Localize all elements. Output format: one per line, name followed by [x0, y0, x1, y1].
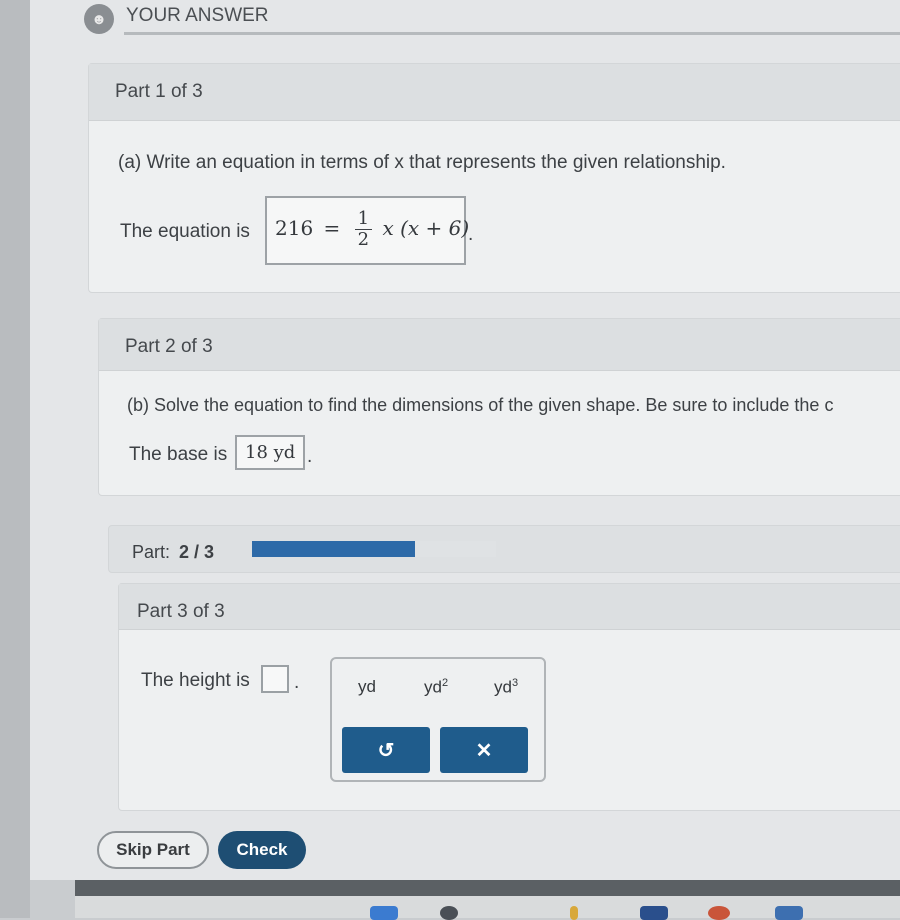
part2-question: (b) Solve the equation to find the dimen…: [127, 395, 834, 415]
progress-value: 2 / 3: [179, 542, 215, 562]
clear-button[interactable]: ✕: [440, 727, 528, 773]
part1-prompt: The equation is: [120, 221, 250, 242]
fraction-denominator: 2: [357, 229, 370, 250]
part1-header: Part 1 of 3: [89, 64, 900, 121]
divider: [124, 32, 900, 35]
part1-question: (a) Write an equation in terms of x that…: [118, 152, 726, 173]
unit-yd3-exponent: 3: [511, 677, 519, 689]
part2-header: Part 2 of 3: [99, 319, 900, 371]
progress-label-text: Part:: [132, 542, 171, 562]
check-button[interactable]: Check: [218, 831, 306, 869]
unit-yd3-label: yd: [494, 677, 512, 697]
base-answer-value: 18 yd: [245, 442, 296, 463]
base-answer-field[interactable]: 18 yd: [235, 435, 305, 470]
progress-bar: [252, 541, 496, 557]
person-icon: ☻: [84, 4, 114, 34]
part3-period: .: [294, 672, 300, 693]
part3-header: Part 3 of 3: [119, 584, 900, 630]
unit-yd3-button[interactable]: yd3: [494, 677, 518, 698]
part2-period: .: [307, 446, 313, 467]
part3-header-label: Part 3 of 3: [137, 601, 225, 622]
skip-part-button[interactable]: Skip Part: [97, 831, 209, 869]
part3-prompt: The height is: [141, 670, 250, 691]
part1-panel: Part 1 of 3: [88, 63, 900, 293]
equation-equals: =: [323, 216, 341, 240]
unit-palette: yd yd2 yd3 ↺ ✕: [330, 657, 546, 782]
progress-label: Part: 2 / 3: [132, 542, 214, 563]
unit-yd2-label: yd: [424, 677, 442, 697]
answer-header: ☻ YOUR ANSWER: [84, 2, 900, 35]
device-bezel: [0, 0, 30, 918]
fraction-numerator: 1: [354, 209, 373, 230]
height-answer-field[interactable]: [261, 665, 289, 693]
equation-lhs: 216: [275, 216, 314, 240]
answer-title: YOUR ANSWER: [126, 5, 269, 26]
progress-strip: [108, 525, 900, 573]
equation-answer-field[interactable]: 216 = 1 2 x (x + 6): [265, 196, 470, 265]
part1-header-label: Part 1 of 3: [115, 81, 203, 102]
progress-fill: [252, 541, 415, 557]
taskbar: [75, 880, 900, 920]
reset-button[interactable]: ↺: [342, 727, 430, 773]
undo-icon: ↺: [377, 739, 395, 762]
part2-prompt: The base is: [129, 444, 228, 465]
unit-yd-label: yd: [358, 677, 376, 696]
part1-period: .: [468, 224, 474, 245]
unit-yd-button[interactable]: yd: [358, 677, 376, 697]
unit-yd2-exponent: 2: [441, 677, 449, 689]
unit-yd2-button[interactable]: yd2: [424, 677, 448, 698]
equation-rhs: x (x + 6): [382, 216, 470, 240]
part2-header-label: Part 2 of 3: [125, 336, 213, 357]
equation-fraction: 1 2: [354, 209, 373, 250]
close-icon: ✕: [475, 739, 493, 762]
